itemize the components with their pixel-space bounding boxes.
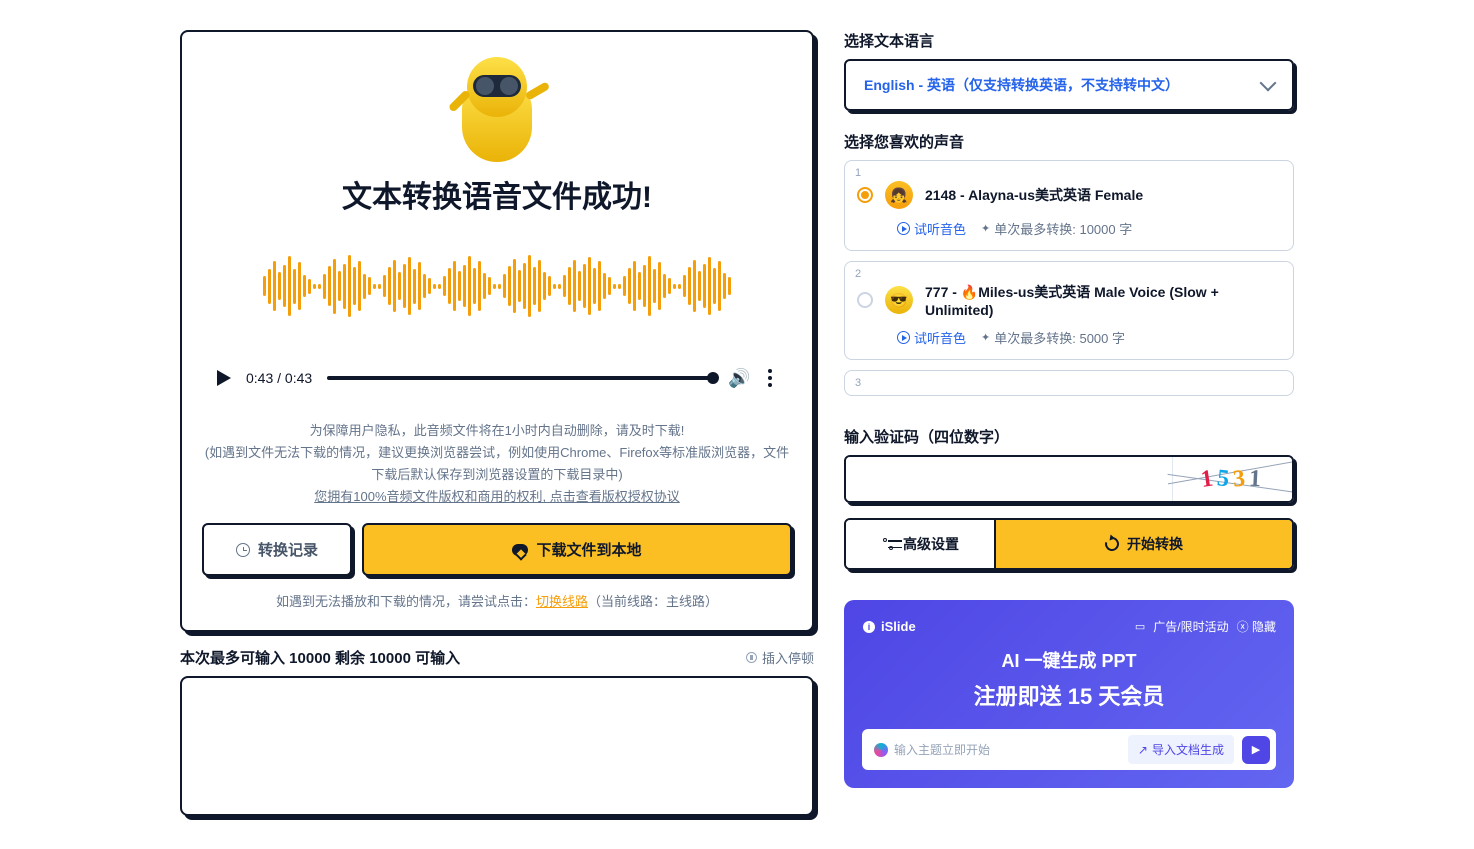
text-input[interactable] [180, 676, 814, 816]
voice-radio[interactable] [857, 292, 873, 308]
language-label: 选择文本语言 [844, 30, 1294, 51]
play-circle-icon [897, 331, 910, 344]
audio-progress[interactable] [327, 376, 713, 380]
audio-menu-icon[interactable] [763, 364, 777, 392]
play-icon[interactable] [217, 370, 231, 386]
ad-banner: i iSlide ▭ 广告/限时活动 ⓧ 隐藏 AI 一键生成 PPT 注册即送… [844, 600, 1294, 788]
voice-avatar: 😎 [885, 286, 913, 314]
captcha-label: 输入验证码（四位数字） [844, 426, 1294, 447]
voice-radio[interactable] [857, 187, 873, 203]
settings-icon [881, 539, 895, 549]
ad-import-button[interactable]: ↗ 导入文档生成 [1128, 735, 1234, 764]
voice-limit: ✦单次最多转换: 5000 字 [981, 328, 1125, 347]
ad-subtitle: 注册即送 15 天会员 [862, 679, 1276, 711]
voice-number: 1 [855, 167, 861, 179]
voice-name: 777 - 🔥Miles-us美式英语 Male Voice (Slow + U… [925, 282, 1281, 318]
voice-list[interactable]: 1 👧 2148 - Alayna-us美式英语 Female 试听音色 ✦单次最多转换… [844, 160, 1294, 406]
ad-hide-button[interactable]: ⓧ 隐藏 [1237, 618, 1276, 635]
ai-circle-icon [874, 743, 888, 757]
insert-pause-button[interactable]: 插入停顿 [746, 648, 814, 667]
play-circle-icon [897, 222, 910, 235]
voice-name: 2148 - Alayna-us美式英语 Female [925, 185, 1281, 205]
char-counter: 本次最多可输入 10000 剩余 10000 可输入 [180, 647, 460, 668]
chevron-down-icon [1260, 74, 1277, 91]
audio-player: 0:43 / 0:43 [202, 356, 792, 400]
voice-avatar: 👧 [885, 181, 913, 209]
import-icon: ↗ [1138, 743, 1148, 757]
history-button[interactable]: 转换记录 [202, 523, 352, 576]
copyright-link[interactable]: 您拥有100%音频文件版权和商用的权利, 点击查看版权授权协议 [202, 486, 792, 508]
voice-label: 选择您喜欢的声音 [844, 131, 1294, 152]
ad-badge-icon: ▭ [1135, 620, 1145, 633]
voice-limit: ✦单次最多转换: 10000 字 [981, 219, 1132, 238]
convert-icon [1102, 534, 1121, 553]
voice-number: 3 [855, 377, 861, 389]
ad-go-button[interactable] [1242, 736, 1270, 764]
ad-title: AI 一键生成 PPT [862, 647, 1276, 673]
language-select[interactable]: English - 英语（仅支持转换英语，不支持转中文） [844, 59, 1294, 111]
ad-input-row[interactable]: 输入主题立即开始 ↗ 导入文档生成 [862, 729, 1276, 770]
audio-waveform [202, 246, 792, 326]
preview-voice-button[interactable]: 试听音色 [897, 328, 966, 347]
fallback-notice: 如遇到无法播放和下载的情况，请尝试点击：切换线路（当前线路：主线路） [202, 591, 792, 610]
privacy-notice: 为保障用户隐私，此音频文件将在1小时内自动删除，请及时下载! (如遇到文件无法下… [202, 420, 792, 508]
svg-text:i: i [868, 622, 871, 632]
voice-card[interactable]: 3 [844, 370, 1294, 396]
preview-voice-button[interactable]: 试听音色 [897, 219, 966, 238]
start-convert-button[interactable]: 开始转换 [996, 520, 1292, 568]
voice-card[interactable]: 1 👧 2148 - Alayna-us美式英语 Female 试听音色 ✦单次最多转换… [844, 160, 1294, 251]
voice-number: 2 [855, 268, 861, 280]
mascot-image [202, 52, 792, 162]
pause-icon [746, 652, 757, 663]
success-title: 文本转换语音文件成功! [202, 172, 792, 216]
result-panel: 文本转换语音文件成功! 0:43 / 0:43 为保障用户隐私，此音频文件将在1… [180, 30, 814, 632]
volume-icon[interactable] [728, 368, 748, 388]
download-button[interactable]: 下载文件到本地 [362, 523, 792, 576]
magic-icon: ✦ [981, 222, 990, 235]
history-icon [236, 543, 250, 557]
voice-card[interactable]: 2 😎 777 - 🔥Miles-us美式英语 Male Voice (Slow +… [844, 261, 1294, 360]
advanced-settings-button[interactable]: 高级设置 [846, 520, 996, 568]
ad-logo: i iSlide [862, 619, 916, 634]
ad-badge: 广告/限时活动 [1153, 618, 1228, 635]
captcha-input[interactable] [846, 457, 1172, 501]
audio-time: 0:43 / 0:43 [246, 370, 312, 386]
download-icon [512, 544, 528, 556]
switch-route-link[interactable]: 切换线路 [536, 594, 588, 609]
magic-icon: ✦ [981, 331, 990, 344]
captcha-image[interactable]: 1531 [1172, 457, 1292, 501]
